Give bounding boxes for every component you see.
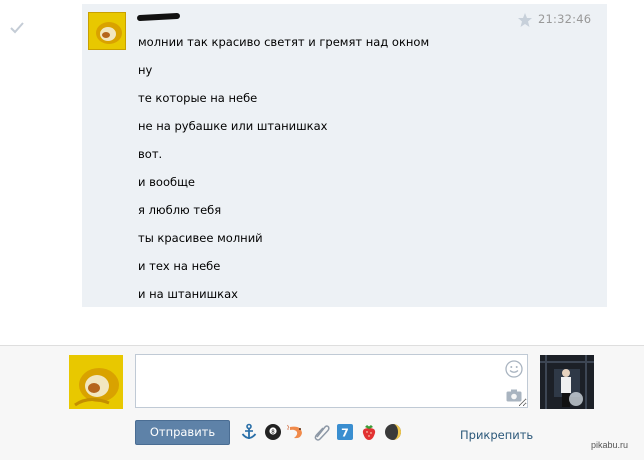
message-composer: Отправить 8 7 Прикрепить [0,345,644,460]
message-line: я люблю тебя [138,203,222,217]
paperclip-icon[interactable] [312,423,330,441]
send-button[interactable]: Отправить [135,420,230,445]
billiard-ball-icon[interactable]: 8 [264,423,282,441]
own-avatar[interactable] [69,355,123,409]
message-text: молнии так красиво светят и гремят над о… [138,35,429,315]
camera-icon[interactable] [506,389,522,402]
message-line: ну [138,63,153,77]
attach-link[interactable]: Прикрепить [460,428,533,442]
sender-avatar[interactable] [88,12,126,50]
svg-text:7: 7 [341,427,349,440]
message-time: 21:32:46 [538,12,592,26]
shrimp-icon[interactable] [287,423,305,441]
strawberry-icon[interactable] [360,423,378,441]
message-line: те которые на небе [138,91,258,105]
star-icon[interactable] [517,12,533,28]
message-line: и тех на небе [138,259,221,273]
message-line: и на штанишках [138,287,238,301]
message-line: молнии так красиво светят и гремят над о… [138,35,430,49]
read-check-icon [10,22,24,34]
message-line: вот. [138,147,163,161]
anchor-icon[interactable] [240,423,258,441]
svg-text:8: 8 [271,429,275,435]
smile-icon[interactable] [505,360,523,378]
watermark-text: pikabu.ru [591,440,629,450]
message-line: ты красивее молний [138,231,263,245]
message-line: и вообще [138,175,195,189]
moon-icon[interactable] [384,423,402,441]
recipient-avatar[interactable] [540,355,594,409]
message-line: не на рубашке или штанишках [138,119,328,133]
message-block: 21:32:46 молнии так красиво светят и гре… [82,4,607,307]
message-input[interactable] [135,354,528,408]
sender-name-redacted[interactable] [136,12,181,22]
number-seven-icon[interactable]: 7 [336,423,354,441]
